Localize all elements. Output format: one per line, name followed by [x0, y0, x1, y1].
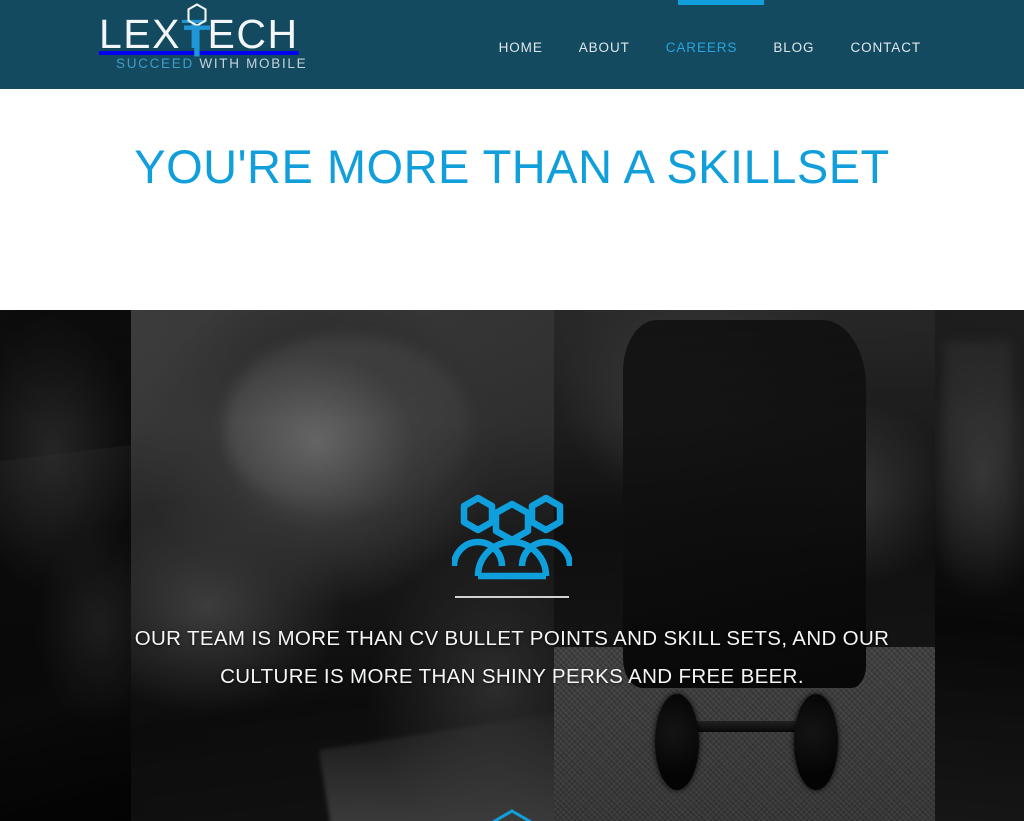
lead-paragraph: OUR TEAM IS MORE THAN CV BULLET POINTS A…: [134, 627, 890, 688]
title-divider: [455, 596, 569, 598]
logo-text-ech: ECH: [207, 11, 299, 57]
page-title: YOU'RE MORE THAN A SKILLSET: [134, 140, 890, 193]
hexagon-outline-icon: [491, 809, 533, 821]
nav-item-contact[interactable]: CONTACT: [850, 38, 921, 58]
logo-tagline-succeed: SUCCEED: [116, 56, 194, 71]
logo-text-lex: LEX: [99, 11, 181, 57]
main-navigation[interactable]: HOME ABOUT CAREERS BLOG CONTACT: [499, 38, 1024, 58]
team-group-icon: [452, 494, 572, 580]
active-nav-indicator: [678, 0, 764, 5]
collage-content: OUR TEAM IS MORE THAN CV BULLET POINTS A…: [0, 310, 1024, 821]
page-root: LEXTECH SUCCEED WITH MOBILE HOME ABOUT C…: [0, 0, 1024, 821]
logo-tagline-rest: WITH MOBILE: [193, 56, 308, 71]
site-logo[interactable]: LEXTECH SUCCEED WITH MOBILE: [99, 3, 306, 78]
hero-title-section: YOU'RE MORE THAN A SKILLSET: [0, 89, 1024, 310]
person-figure-icon: [184, 25, 210, 57]
nav-item-blog[interactable]: BLOG: [773, 38, 814, 58]
site-header: LEXTECH SUCCEED WITH MOBILE HOME ABOUT C…: [0, 0, 1024, 89]
logo-wordmark: LEXTECH: [99, 3, 299, 57]
nav-item-about[interactable]: ABOUT: [579, 38, 630, 58]
nav-item-careers[interactable]: CAREERS: [666, 38, 738, 58]
logo-tagline: SUCCEED WITH MOBILE: [116, 56, 307, 71]
nav-item-home[interactable]: HOME: [499, 38, 543, 58]
photo-collage-band: OUR TEAM IS MORE THAN CV BULLET POINTS A…: [0, 310, 1024, 821]
